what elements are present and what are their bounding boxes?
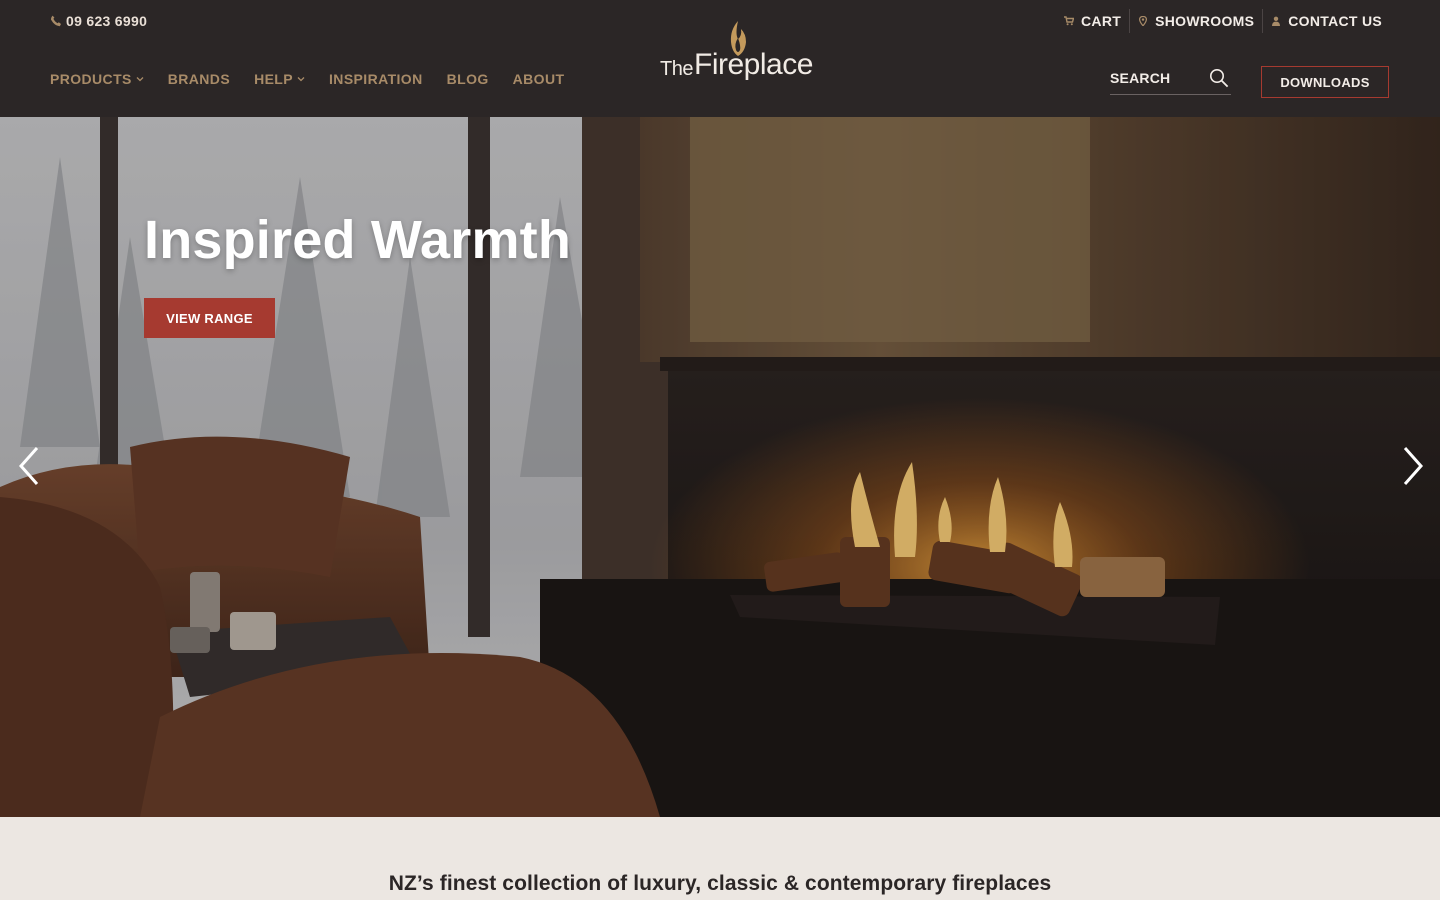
site-logo[interactable]: The Fireplace (658, 20, 813, 94)
cart-icon (1064, 16, 1075, 26)
search-box (1110, 66, 1231, 95)
showrooms-link[interactable]: SHOWROOMS (1130, 10, 1262, 32)
user-icon (1272, 16, 1281, 26)
logo-fireplace: Fireplace (694, 48, 813, 81)
hero-title: Inspired Warmth (144, 210, 572, 270)
downloads-button[interactable]: DOWNLOADS (1261, 66, 1389, 98)
chevron-down-icon (297, 77, 305, 82)
utility-nav: CART SHOWROOMS CONTACT US (1056, 9, 1390, 33)
hero-slider: Inspired Warmth VIEW RANGE (0, 117, 1440, 817)
nav-products-label: PRODUCTS (50, 71, 132, 87)
phone-link[interactable]: 09 623 6990 (50, 12, 147, 30)
nav-help-label: HELP (254, 71, 294, 87)
contact-label: CONTACT US (1288, 13, 1382, 29)
chevron-down-icon (136, 77, 144, 82)
chevron-right-icon (1403, 447, 1424, 485)
nav-brands[interactable]: BRANDS (168, 71, 230, 87)
search-input[interactable] (1110, 70, 1200, 86)
nav-inspiration[interactable]: INSPIRATION (329, 71, 423, 87)
showrooms-label: SHOWROOMS (1155, 13, 1255, 29)
view-range-button[interactable]: VIEW RANGE (144, 298, 275, 338)
nav-help[interactable]: HELP (254, 71, 305, 87)
nav-blog[interactable]: BLOG (447, 71, 489, 87)
cart-label: CART (1081, 13, 1122, 29)
cart-link[interactable]: CART (1056, 10, 1129, 32)
slider-next-button[interactable] (1398, 443, 1428, 489)
nav-about[interactable]: ABOUT (513, 71, 565, 87)
main-nav: PRODUCTS BRANDS HELP INSPIRATION BLOG AB… (50, 68, 564, 90)
nav-blog-label: BLOG (446, 71, 489, 87)
nav-products[interactable]: PRODUCTS (50, 71, 144, 87)
phone-icon (50, 15, 61, 27)
chevron-left-icon (18, 447, 39, 485)
search-icon[interactable] (1209, 68, 1229, 88)
map-pin-icon (1139, 16, 1148, 26)
nav-about-label: ABOUT (512, 71, 565, 87)
contact-link[interactable]: CONTACT US (1263, 10, 1390, 32)
phone-number: 09 623 6990 (66, 13, 148, 29)
nav-brands-label: BRANDS (167, 71, 231, 87)
nav-inspiration-label: INSPIRATION (329, 71, 423, 87)
slider-prev-button[interactable] (14, 443, 44, 489)
logo-the: The (660, 58, 693, 80)
tagline: NZ’s finest collection of luxury, classi… (388, 872, 1052, 895)
site-header: 09 623 6990 CART SHOWROOMS CONTACT US PR… (0, 0, 1440, 117)
